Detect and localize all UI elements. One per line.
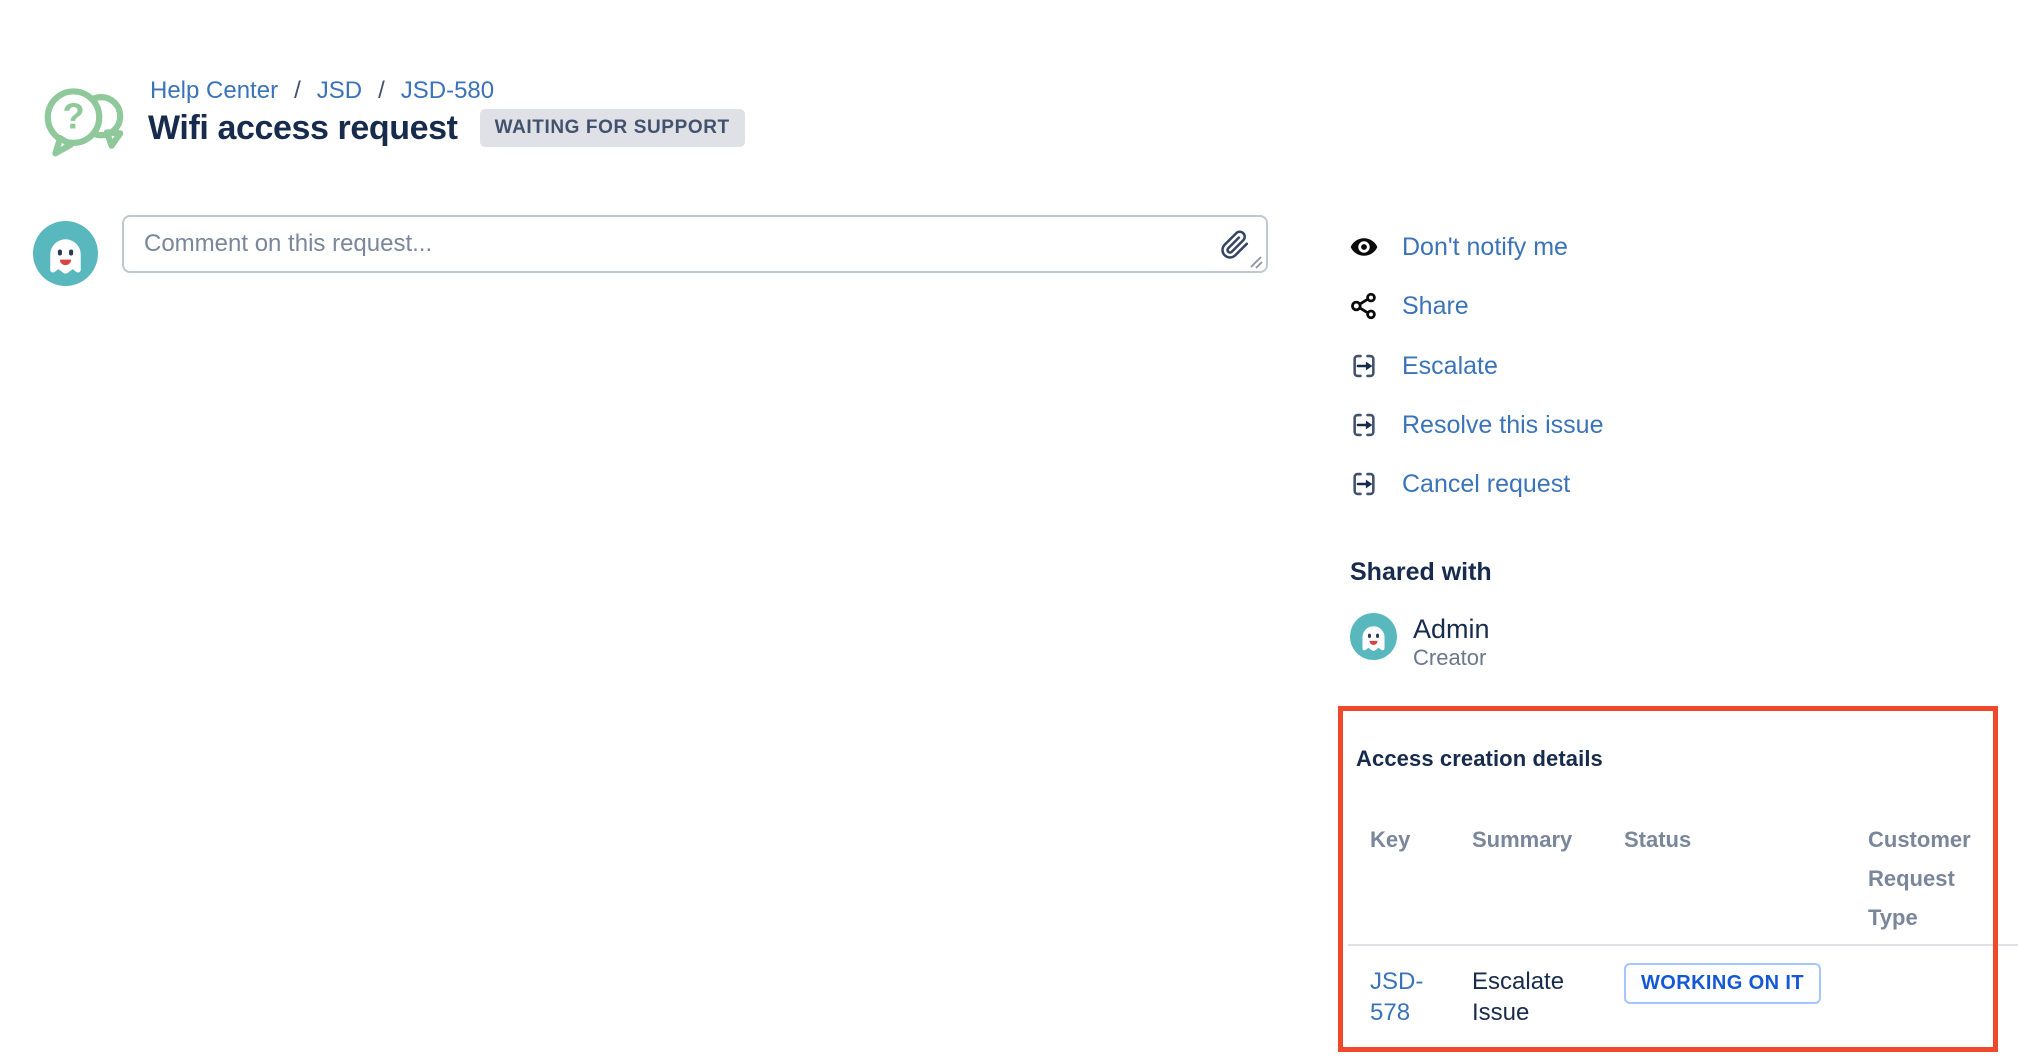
page-title: Wifi access request <box>148 106 458 150</box>
action-dont-notify[interactable]: Don't notify me <box>1350 230 1568 264</box>
comment-box <box>122 215 1268 273</box>
column-header-customer-request-type: Customer Request Type <box>1868 820 2003 937</box>
breadcrumb: Help Center / JSD / JSD-580 <box>150 76 494 106</box>
table-row-summary-cell: Escalate Issue <box>1472 966 1597 1028</box>
workflow-transition-icon <box>1350 352 1378 380</box>
resize-grip-icon[interactable] <box>1247 253 1263 269</box>
request-status-lozenge: WAITING FOR SUPPORT <box>480 109 745 147</box>
svg-text:?: ? <box>62 96 84 137</box>
table-row-key-cell: JSD-578 <box>1370 966 1452 1028</box>
action-share[interactable]: Share <box>1350 289 1469 323</box>
column-header-status: Status <box>1624 820 1691 859</box>
action-share-label[interactable]: Share <box>1402 292 1469 321</box>
shared-user-role: Creator <box>1413 645 1490 671</box>
breadcrumb-issue-key[interactable]: JSD-580 <box>401 76 494 106</box>
eye-icon <box>1350 233 1378 261</box>
shared-user-info: Admin Creator <box>1413 613 1490 671</box>
row-status-badge: WORKING ON IT <box>1624 963 1821 1004</box>
action-resolve-label[interactable]: Resolve this issue <box>1402 411 1603 440</box>
action-escalate-label[interactable]: Escalate <box>1402 352 1498 381</box>
shared-user-row: Admin Creator <box>1350 613 1490 671</box>
column-header-summary: Summary <box>1472 820 1572 859</box>
action-cancel[interactable]: Cancel request <box>1350 467 1570 501</box>
ghost-avatar-icon <box>1350 613 1397 660</box>
breadcrumb-help-center[interactable]: Help Center <box>150 76 278 106</box>
title-row: Wifi access request WAITING FOR SUPPORT <box>148 106 745 150</box>
share-icon <box>1350 292 1378 320</box>
help-bubbles-icon: ? <box>38 80 130 160</box>
issue-key-link[interactable]: JSD-578 <box>1370 968 1423 1026</box>
paperclip-icon[interactable] <box>1220 230 1250 260</box>
action-dont-notify-label[interactable]: Don't notify me <box>1402 233 1568 262</box>
action-escalate[interactable]: Escalate <box>1350 349 1498 383</box>
table-header-divider <box>1348 944 2018 946</box>
breadcrumb-project[interactable]: JSD <box>317 76 362 106</box>
breadcrumb-separator: / <box>378 76 385 106</box>
jsd-request-page: { "page": { "breadcrumb": { "items": ["H… <box>0 0 2018 1058</box>
shared-user-name: Admin <box>1413 613 1490 645</box>
comment-input[interactable] <box>124 217 1266 271</box>
workflow-transition-icon <box>1350 470 1378 498</box>
access-details-heading: Access creation details <box>1356 746 1603 772</box>
action-resolve[interactable]: Resolve this issue <box>1350 408 1603 442</box>
shared-with-heading: Shared with <box>1350 558 1492 587</box>
breadcrumb-separator: / <box>294 76 301 106</box>
user-avatar <box>33 221 98 286</box>
action-cancel-label[interactable]: Cancel request <box>1402 470 1570 499</box>
workflow-transition-icon <box>1350 411 1378 439</box>
column-header-key: Key <box>1370 820 1410 859</box>
